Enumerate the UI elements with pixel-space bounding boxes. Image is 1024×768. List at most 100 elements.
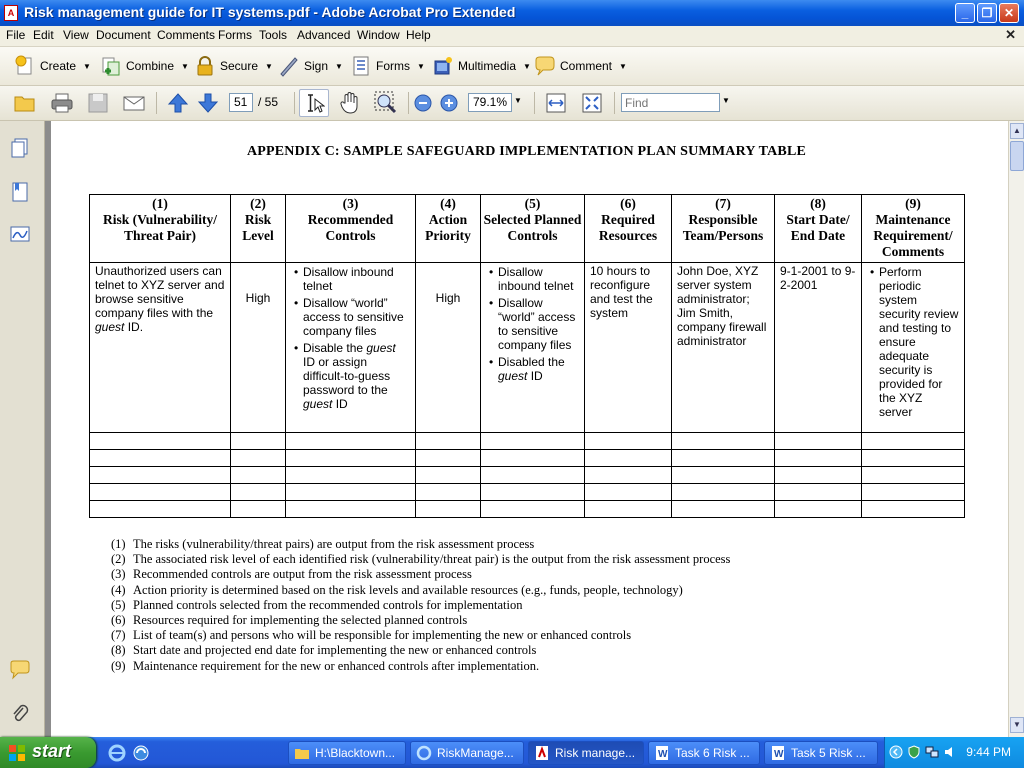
next-page-icon[interactable] (196, 91, 220, 115)
scroll-up-icon[interactable]: ▲ (1010, 123, 1024, 139)
document-view[interactable]: APPENDIX C: SAMPLE SAFEGUARD IMPLEMENTAT… (45, 121, 1008, 737)
column-title: Risk Level (242, 212, 274, 243)
chevron-down-icon: ▼ (619, 61, 627, 71)
full-screen-icon[interactable] (580, 91, 604, 115)
bookmarks-panel-icon[interactable] (9, 181, 31, 203)
note-text: Maintenance requirement for the new or e… (133, 658, 540, 673)
close-button[interactable]: ✕ (999, 3, 1019, 23)
ie-icon[interactable] (108, 744, 126, 762)
empty-cell (415, 483, 481, 501)
vertical-scrollbar[interactable]: ▲ ▼ (1008, 121, 1024, 737)
page-number-input[interactable]: 51 (229, 93, 253, 112)
forms-button[interactable]: Forms ▼ (350, 54, 425, 78)
empty-cell (285, 466, 416, 484)
note-number: (3) (111, 567, 126, 582)
find-input[interactable] (621, 93, 720, 112)
fit-width-icon[interactable] (544, 91, 568, 115)
menu-edit[interactable]: Edit (33, 28, 54, 42)
list-item-text: Disable the (303, 341, 367, 355)
signatures-panel-icon[interactable] (9, 223, 31, 245)
open-folder-icon[interactable] (13, 91, 37, 115)
empty-cell (89, 466, 231, 484)
save-icon[interactable] (86, 91, 110, 115)
column-number: (9) (905, 196, 921, 211)
restore-button[interactable]: ❐ (977, 3, 997, 23)
minimize-button[interactable]: _ (955, 3, 975, 23)
empty-cell (89, 432, 231, 450)
responsible-team-cell: John Doe, XYZ server system administrato… (671, 262, 775, 433)
word-icon: W (656, 746, 668, 760)
taskbar-item-word-task5[interactable]: W Task 5 Risk ... (764, 741, 878, 765)
zoom-out-icon[interactable] (414, 94, 432, 112)
sign-button[interactable]: Sign ▼ (278, 54, 343, 78)
clock[interactable]: 9:44 PM (966, 745, 1011, 759)
task-toolbar: Create ▼ Combine ▼ Secure ▼ Sign ▼ Forms ▼ Mu… (0, 47, 1024, 86)
select-tool-button[interactable] (299, 89, 329, 117)
previous-page-icon[interactable] (166, 91, 190, 115)
attachments-panel-icon[interactable] (9, 703, 31, 725)
note-text: List of team(s) and persons who will be … (133, 628, 632, 643)
pages-panel-icon[interactable] (9, 137, 31, 159)
taskbar-item-word-task6[interactable]: W Task 6 Risk ... (648, 741, 760, 765)
title-bar[interactable]: A Risk management guide for IT systems.p… (0, 0, 1024, 26)
zoom-dropdown-icon[interactable]: ▼ (514, 96, 522, 105)
note-text: Resources required for implementing the … (133, 613, 468, 628)
text-select-icon (308, 94, 325, 113)
menu-file[interactable]: File (6, 28, 25, 42)
chevron-down-icon: ▼ (335, 61, 343, 71)
note-text: The risks (vulnerability/threat pairs) a… (133, 537, 535, 551)
scroll-thumb[interactable] (1010, 141, 1024, 171)
secure-button[interactable]: Secure ▼ (194, 54, 273, 78)
find-dropdown-icon[interactable]: ▼ (722, 96, 730, 105)
network-tray-icon[interactable] (925, 745, 939, 759)
zoom-level-input[interactable]: 79.1% (468, 93, 512, 112)
window-title: Risk management guide for IT systems.pdf… (24, 4, 516, 20)
multimedia-button[interactable]: Multimedia ▼ (432, 54, 531, 78)
menu-comments[interactable]: Comments (157, 28, 215, 42)
scroll-down-icon[interactable]: ▼ (1010, 717, 1024, 733)
comments-panel-icon[interactable] (9, 659, 31, 681)
comment-button[interactable]: Comment ▼ (534, 54, 627, 78)
menu-forms[interactable]: Forms (218, 28, 252, 42)
security-tray-icon[interactable] (907, 745, 921, 759)
taskbar-item-folder[interactable]: H:\Blacktown... (288, 741, 406, 765)
tray-expand-icon[interactable] (889, 745, 903, 759)
close-document-icon[interactable]: ✕ (1005, 27, 1016, 43)
navigation-panel (0, 121, 45, 737)
zoom-in-icon[interactable] (440, 94, 458, 112)
list-item: Disallow inbound telnet (489, 265, 579, 293)
quick-launch-icon[interactable] (132, 744, 150, 762)
column-title: Responsible Team/Persons (682, 212, 764, 243)
zoom-marquee-icon[interactable] (374, 91, 398, 115)
maintenance-cell: Perform periodic system security review … (861, 262, 965, 433)
start-button[interactable]: start (0, 737, 96, 768)
hand-tool-icon[interactable] (338, 91, 362, 115)
empty-cell (89, 500, 231, 518)
combine-button[interactable]: Combine ▼ (100, 54, 189, 78)
taskbar-item-browser[interactable]: RiskManage... (410, 741, 524, 765)
empty-cell (774, 466, 862, 484)
menu-window[interactable]: Window (357, 28, 400, 42)
empty-cell (584, 483, 672, 501)
list-item: Disallow inbound telnet (294, 265, 410, 293)
empty-cell (285, 449, 416, 467)
create-button[interactable]: Create ▼ (14, 54, 91, 78)
menu-advanced[interactable]: Advanced (297, 28, 350, 42)
print-icon[interactable] (50, 91, 74, 115)
email-icon[interactable] (122, 91, 146, 115)
create-label: Create (40, 59, 77, 73)
column-header-recommended-controls: (3) Recommended Controls (285, 194, 416, 263)
menu-document[interactable]: Document (96, 28, 151, 42)
empty-cell (285, 500, 416, 518)
column-title: Risk (Vulnerability/ Threat Pair) (103, 212, 217, 243)
list-item-text: ID (332, 397, 348, 411)
recommended-controls-cell: Disallow inbound telnet Disallow “world”… (285, 262, 416, 433)
volume-tray-icon[interactable] (943, 745, 957, 759)
menu-tools[interactable]: Tools (259, 28, 287, 42)
empty-cell (774, 483, 862, 501)
menu-help[interactable]: Help (406, 28, 431, 42)
column-title: Action Priority (425, 212, 471, 243)
empty-cell (480, 466, 585, 484)
taskbar-item-acrobat[interactable]: Risk manage... (528, 741, 644, 765)
menu-view[interactable]: View (63, 28, 89, 42)
